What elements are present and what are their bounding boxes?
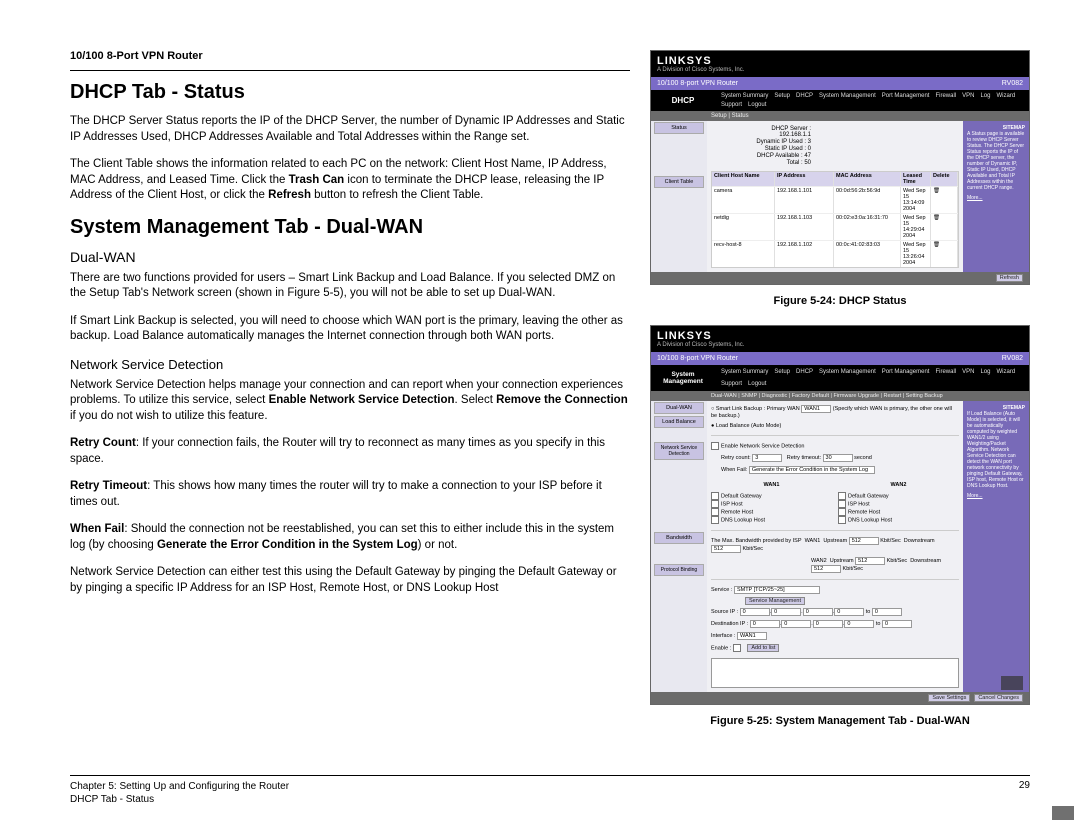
main-tab-dhcp[interactable]: DHCP [651, 90, 715, 111]
page-footer: Chapter 5: Setting Up and Configuring th… [70, 775, 1030, 806]
figure-5-24-screenshot: LINKSYS A Division of Cisco Systems, Inc… [650, 50, 1030, 285]
figure-5-25-screenshot: LINKSYS A Division of Cisco Systems, Inc… [650, 325, 1030, 705]
cisco-logo-icon [1052, 806, 1074, 820]
save-settings-button[interactable]: Save Settings [928, 694, 970, 702]
figure-5-24-caption: Figure 5-24: DHCP Status [650, 295, 1030, 307]
para-dhcp-1: The DHCP Server Status reports the IP of… [70, 114, 630, 145]
subheading-dualwan: Dual-WAN [70, 249, 630, 265]
main-tab-sysman[interactable]: System Management [651, 365, 715, 391]
para-dhcp-2: The Client Table shows the information r… [70, 157, 630, 204]
para-dualwan-1: There are two functions provided for use… [70, 271, 630, 302]
para-when-fail: When Fail: Should the connection not be … [70, 522, 630, 553]
figure-5-25-caption: Figure 5-25: System Management Tab - Dua… [650, 715, 1030, 727]
doc-header: 10/100 8-Port VPN Router [70, 50, 630, 62]
client-table: Client Host NameIP AddressMAC AddressLea… [711, 171, 959, 268]
para-nsd-1: Network Service Detection helps manage y… [70, 378, 630, 425]
refresh-button[interactable]: Refresh [996, 274, 1023, 282]
page-number: 29 [1019, 780, 1030, 806]
para-retry-count: Retry Count: If your connection fails, t… [70, 436, 630, 467]
para-nsd-2: Network Service Detection can either tes… [70, 565, 630, 596]
brand-logo: LINKSYS [657, 55, 744, 67]
para-retry-timeout: Retry Timeout: This shows how many times… [70, 479, 630, 510]
subheading-nsd: Network Service Detection [70, 357, 630, 372]
cancel-changes-button[interactable]: Cancel Changes [974, 694, 1023, 702]
heading-dhcp-status: DHCP Tab - Status [70, 81, 630, 104]
divider [70, 70, 630, 71]
cisco-logo-icon [1001, 676, 1023, 690]
para-dualwan-2: If Smart Link Backup is selected, you wi… [70, 314, 630, 345]
heading-sysman-dualwan: System Management Tab - Dual-WAN [70, 216, 630, 239]
